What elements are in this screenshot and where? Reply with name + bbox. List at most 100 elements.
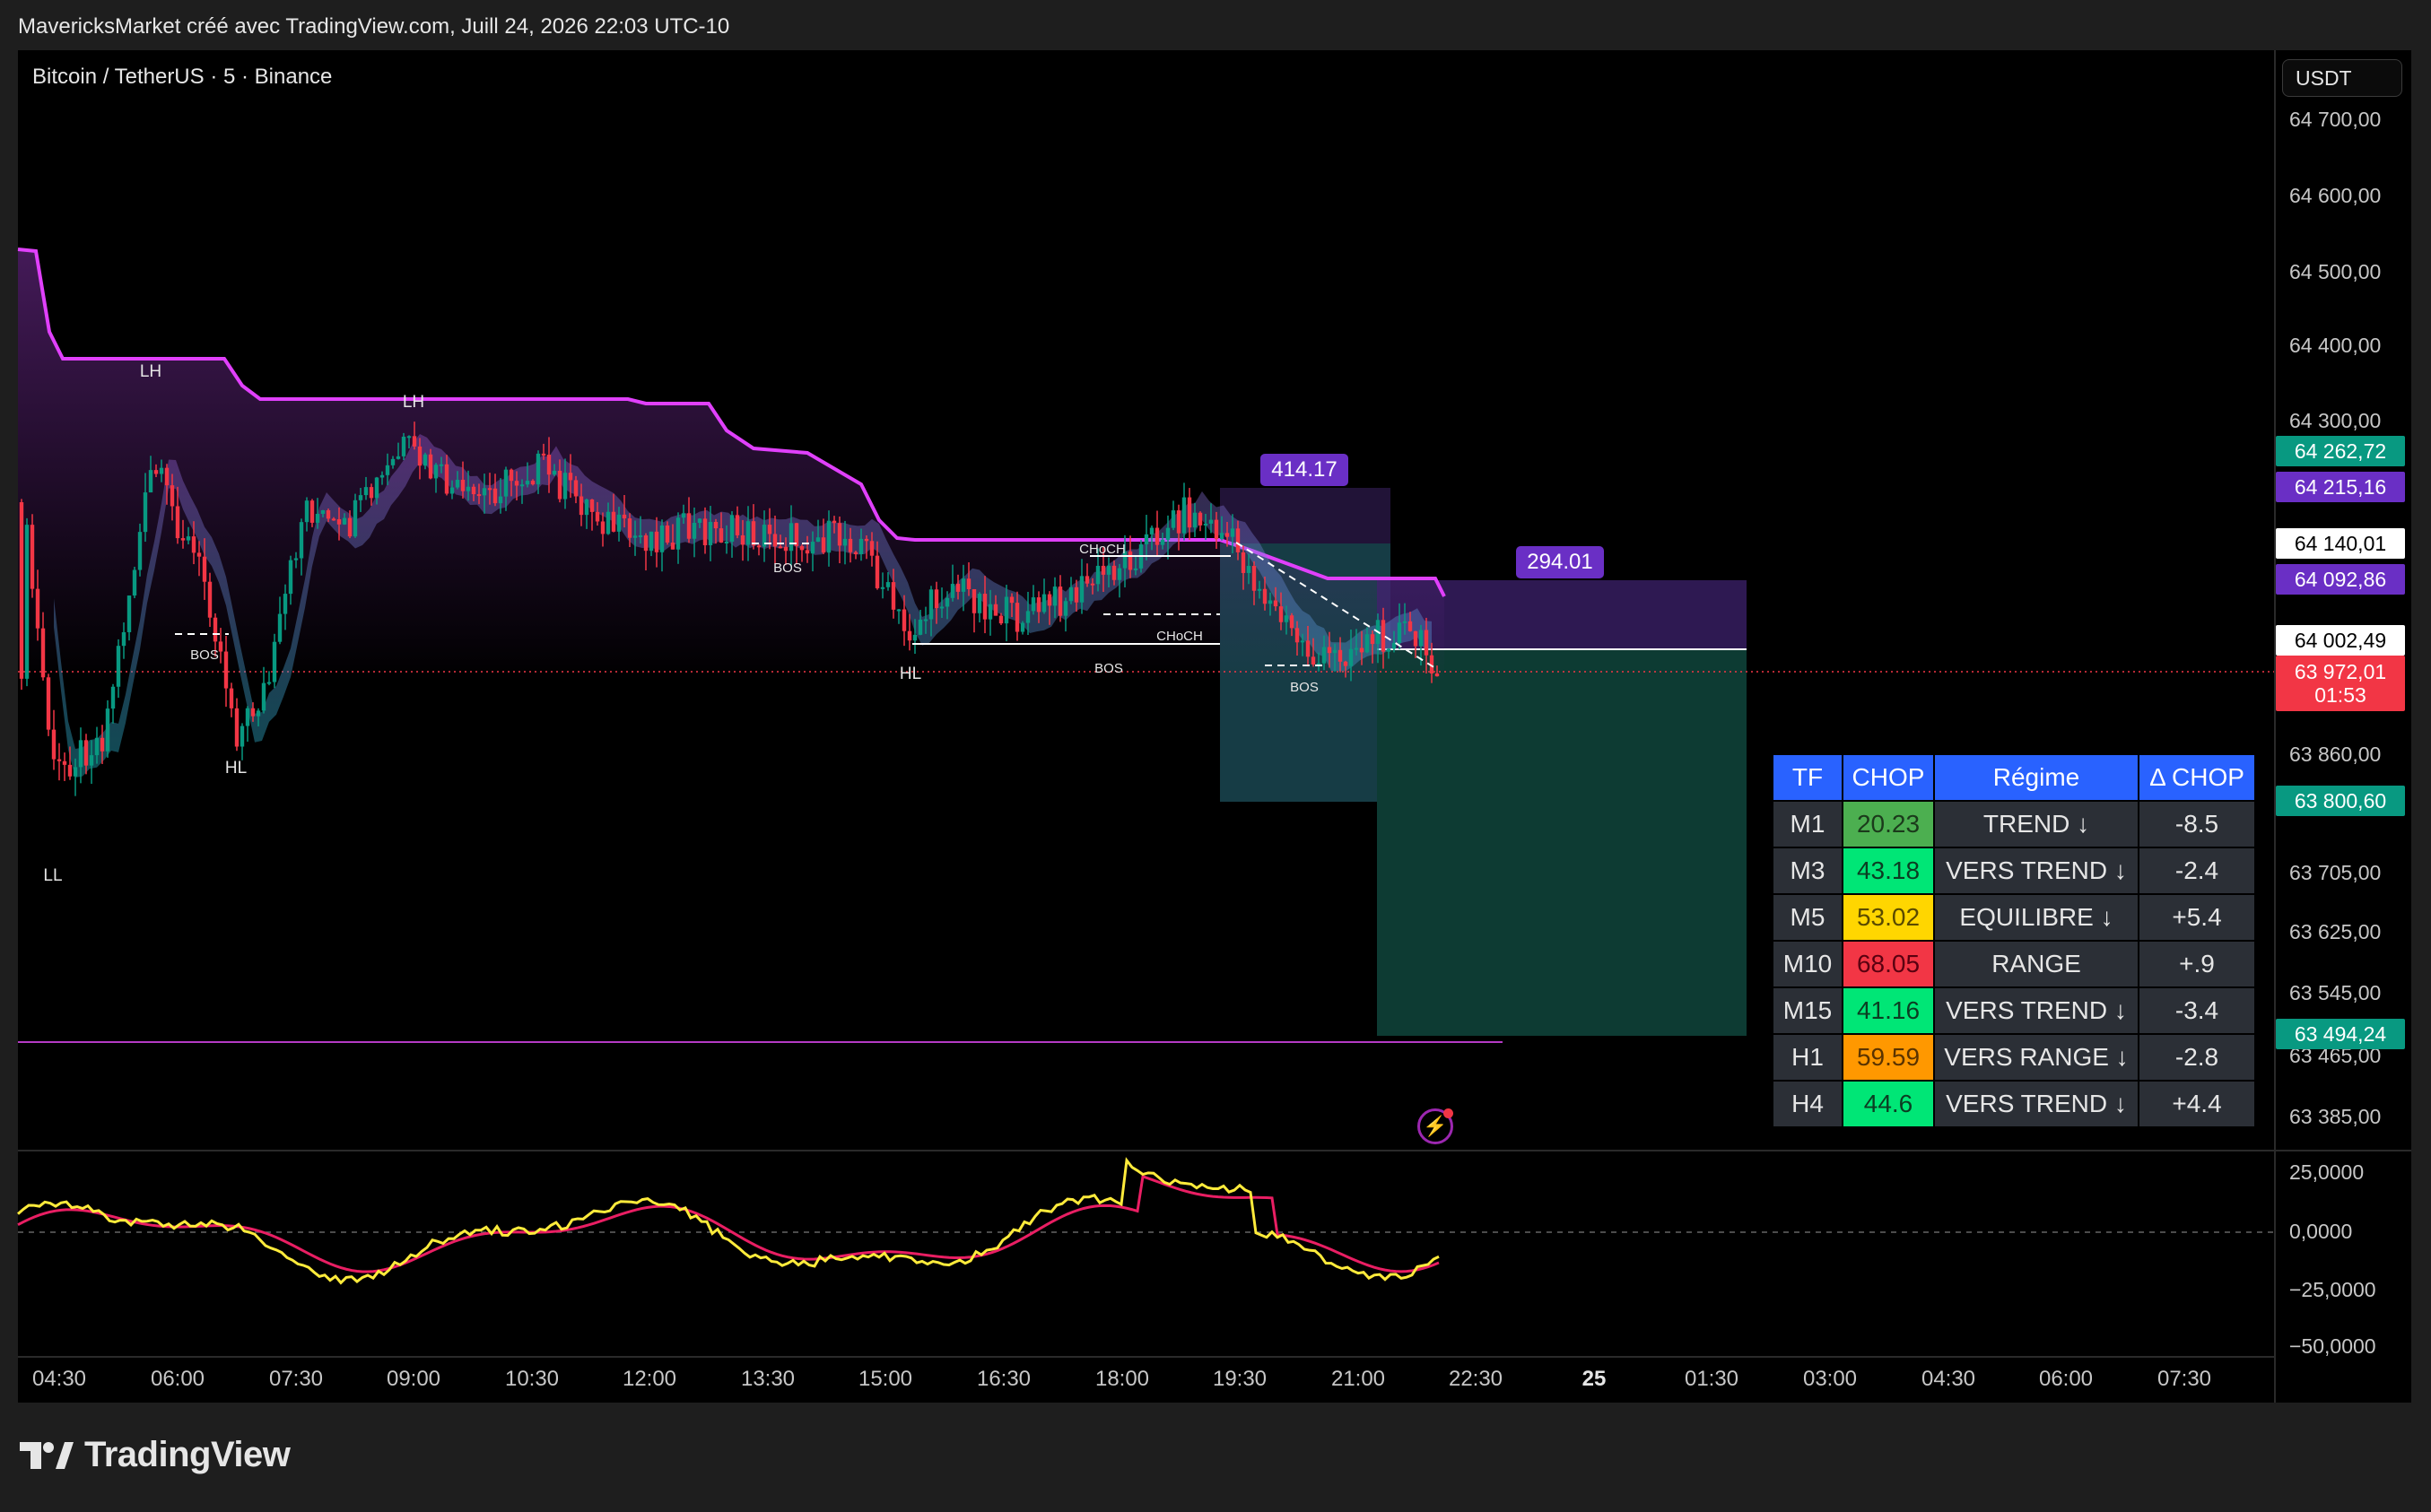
candle-body [670, 543, 675, 550]
candle-body [1235, 528, 1241, 552]
candle-body [250, 708, 256, 717]
osc-slow-line [17, 1174, 1440, 1273]
tradingview-logo-text: TradingView [84, 1435, 291, 1474]
candle-body [891, 582, 896, 610]
candle-body [697, 518, 702, 523]
candle-body [342, 517, 347, 525]
candle-body [902, 609, 907, 631]
candle-body [1424, 630, 1429, 656]
time-tick: 03:00 [1802, 1367, 1858, 1391]
candle-body [40, 628, 46, 678]
candle-body [492, 488, 498, 504]
candle-body [218, 641, 223, 652]
candle-body [1036, 597, 1041, 613]
smc-label-bos: BOS [1290, 680, 1319, 695]
candle-body [385, 465, 390, 475]
candle-body [869, 541, 875, 556]
candle-body [713, 521, 719, 529]
time-tick: 22:30 [1448, 1367, 1503, 1391]
header-chop: CHOP [1843, 755, 1933, 800]
candle-body [1354, 647, 1359, 650]
candle-body [83, 740, 89, 766]
table-row: M5 53.02 EQUILIBRE ↓ +5.4 [1773, 895, 2254, 940]
candle-body [396, 456, 401, 459]
candle-body [541, 453, 546, 456]
cell-delta: -8.5 [2139, 802, 2254, 847]
candle-body [977, 594, 982, 613]
candle-body [681, 513, 686, 518]
time-tick: 12:00 [622, 1367, 677, 1391]
symbol-title[interactable]: Bitcoin / TetherUS · 5 · Binance [32, 65, 332, 90]
candle-body [1311, 656, 1316, 665]
candle-body [245, 708, 250, 726]
candle-body [848, 538, 853, 552]
smc-label-lh: LH [139, 362, 162, 381]
price-tick: 63 705,00 [2289, 861, 2382, 884]
candle-body [966, 578, 972, 589]
cell-delta: -3.4 [2139, 988, 2254, 1033]
table-row: H1 59.59 VERS RANGE ↓ -2.8 [1773, 1035, 2254, 1080]
time-tick: 09:00 [386, 1367, 441, 1391]
price-tick: 64 300,00 [2289, 409, 2382, 432]
candle-body [961, 578, 966, 592]
candle-body [939, 606, 945, 609]
tradingview-logo[interactable]: TradingView [20, 1435, 291, 1475]
candle-body [627, 518, 632, 538]
candle-body [724, 541, 729, 543]
price-tick: 63 545,00 [2289, 981, 2382, 1004]
candle-body [1381, 620, 1386, 652]
candle-body [51, 729, 57, 760]
cell-delta: -2.4 [2139, 848, 2254, 893]
price-label-target-2: 63 494,24 [2276, 1019, 2405, 1049]
time-tick: 21:00 [1330, 1367, 1386, 1391]
candle-body [767, 525, 772, 534]
last-price: 63 972,01 [2294, 660, 2387, 683]
candle-body [928, 589, 934, 620]
candle-body [153, 470, 159, 474]
smc-label-choch: CHoCH [1079, 542, 1126, 557]
header-tf: TF [1773, 755, 1842, 800]
position-box-label: 414.17 [1260, 454, 1348, 486]
candle-body [1284, 615, 1289, 622]
tradingview-logo-icon [20, 1441, 74, 1469]
price-tick: 64 400,00 [2289, 334, 2382, 357]
candle-body [918, 619, 923, 635]
smc-label-lh: LH [402, 393, 425, 412]
candle-body [1246, 566, 1251, 573]
time-tick: 18:00 [1094, 1367, 1150, 1391]
candle-body [1273, 600, 1278, 607]
candle-body [1047, 594, 1052, 606]
time-tick: 15:00 [858, 1367, 913, 1391]
candle-body [1063, 601, 1068, 616]
candle-body [1364, 634, 1370, 653]
table-row: M1 20.23 TREND ↓ -8.5 [1773, 802, 2254, 847]
smc-label-bos: BOS [773, 560, 802, 576]
candle-body [1332, 649, 1337, 654]
candle-body [1155, 527, 1160, 545]
cell-regime: EQUILIBRE ↓ [1935, 895, 2138, 940]
candle-body [654, 531, 659, 552]
candle-body [756, 545, 762, 548]
candle-body [191, 536, 196, 553]
osc-fast-line [17, 1157, 1440, 1285]
candle-body [100, 737, 105, 752]
candle-body [1068, 587, 1074, 602]
candle-body [1214, 519, 1219, 540]
candle-body [1015, 603, 1020, 632]
candle-body [789, 523, 794, 552]
candle-body [982, 594, 988, 620]
candle-body [1144, 534, 1149, 544]
candle-body [1020, 622, 1025, 632]
candle-body [503, 469, 509, 497]
candle-body [240, 726, 245, 747]
cell-delta: -2.8 [2139, 1035, 2254, 1080]
currency-button[interactable]: USDT [2282, 59, 2402, 97]
candle-body [266, 682, 272, 684]
candle-body [331, 518, 336, 521]
candle-body [213, 617, 218, 642]
candle-body [783, 546, 789, 552]
candle-body [659, 525, 665, 552]
candle-body [907, 630, 912, 641]
candle-body [1289, 615, 1294, 629]
candle-body [121, 631, 126, 647]
